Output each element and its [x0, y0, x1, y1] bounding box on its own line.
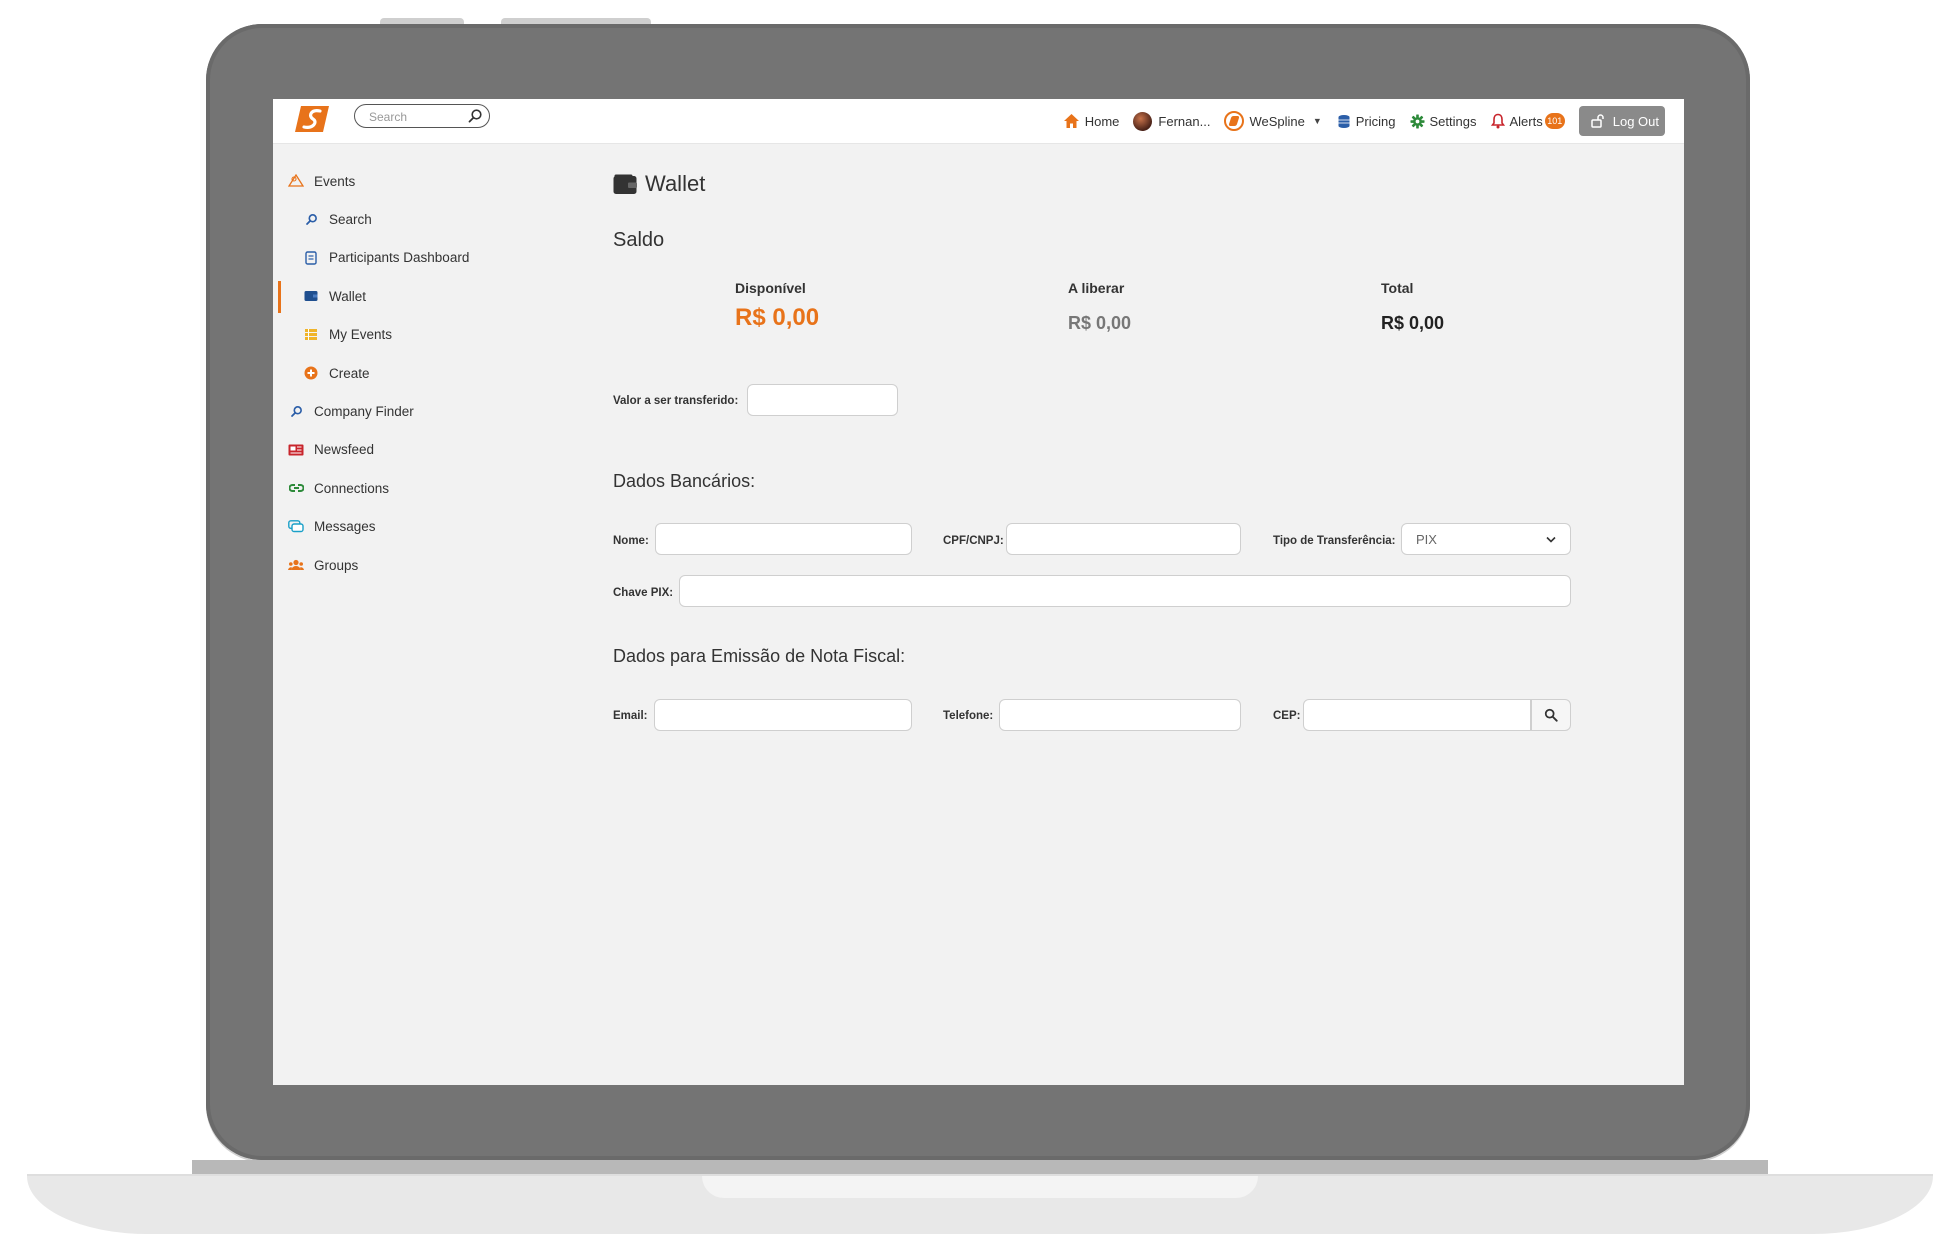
nome-label: Nome: [613, 535, 649, 547]
sidebar-item-label: Events [314, 173, 356, 189]
caret-down-icon[interactable]: ▼ [1313, 116, 1322, 126]
sidebar-item-company-finder[interactable]: Company Finder [273, 392, 533, 430]
page-title-text: Wallet [645, 171, 706, 196]
cep-input[interactable] [1303, 699, 1531, 731]
telefone-label: Telefone: [943, 710, 994, 722]
newspaper-icon [288, 442, 304, 458]
tipo-transferencia-value: PIX [1416, 531, 1437, 547]
coins-icon [1338, 114, 1350, 128]
sidebar-item-label: Wallet [329, 288, 367, 304]
saldo-heading: Saldo [613, 229, 665, 251]
link-icon [288, 480, 304, 496]
wallet-icon [303, 288, 319, 304]
total-label: Total [1381, 280, 1414, 296]
nav-pricing[interactable]: Pricing [1336, 114, 1396, 129]
cpf-label: CPF/CNPJ: [943, 535, 1004, 547]
nota-heading: Dados para Emissão de Nota Fiscal: [613, 646, 906, 666]
sidebar-item-connections[interactable]: Connections [273, 469, 533, 507]
chave-pix-label: Chave PIX: [613, 587, 674, 599]
sidebar-item-messages[interactable]: Messages [273, 508, 533, 546]
avatar [1133, 111, 1153, 131]
page-title: Wallet [613, 171, 705, 197]
logout-label: Log Out [1612, 113, 1659, 129]
tipo-transferencia-select[interactable]: PIX [1401, 523, 1571, 555]
sidebar-item-label: Messages [314, 519, 376, 535]
tipo-transferencia-label: Tipo de Transferência: [1273, 535, 1396, 547]
logout-button[interactable]: Log Out [1578, 106, 1665, 136]
sidebar-item-label: Participants Dashboard [329, 250, 470, 266]
nome-input[interactable] [655, 523, 912, 555]
wallet-icon [613, 174, 637, 194]
sidebar-item-label: Groups [314, 557, 359, 573]
cep-label: CEP: [1273, 710, 1301, 722]
gear-icon [1409, 113, 1425, 129]
bell-icon [1490, 113, 1505, 129]
sidebar-item-label: Search [329, 212, 372, 228]
sidebar-item-participants-dashboard[interactable]: Participants Dashboard [273, 239, 533, 277]
app-screen: Home Fernan... WeSpline ▼ Pricing [273, 99, 1684, 1085]
sidebar-item-events[interactable]: Events [273, 162, 533, 200]
events-icon [288, 173, 304, 189]
search-input[interactable] [367, 107, 466, 127]
sidebar-item-create[interactable]: Create [273, 354, 533, 392]
search-icon [303, 212, 319, 228]
disponivel-value: R$ 0,00 [735, 304, 820, 331]
nav-settings[interactable]: Settings [1409, 113, 1477, 129]
sidebar-item-label: Company Finder [314, 404, 414, 420]
nav-home[interactable]: Home [1063, 113, 1120, 129]
app-logo-icon[interactable] [293, 104, 331, 134]
alerts-count-badge: 101 [1544, 113, 1565, 129]
document-icon [303, 250, 319, 266]
chave-pix-input[interactable] [679, 575, 1571, 607]
laptop-hinge [192, 1160, 1768, 1174]
sidebar-item-label: Create [329, 365, 370, 381]
plus-circle-icon [303, 365, 319, 381]
cpf-input[interactable] [1006, 523, 1241, 555]
search-icon [1544, 708, 1558, 722]
nav-user-label: Fernan... [1158, 113, 1211, 129]
sidebar-item-newsfeed[interactable]: Newsfeed [273, 431, 533, 469]
sidebar-item-label: My Events [329, 327, 393, 343]
transfer-amount-input[interactable] [747, 384, 898, 416]
sidebar-item-my-events[interactable]: My Events [273, 316, 533, 354]
chat-icon [288, 519, 304, 535]
top-nav: Home Fernan... WeSpline ▼ Pricing Settin… [1063, 99, 1684, 143]
sidebar-item-wallet[interactable]: Wallet [273, 277, 533, 315]
sidebar-item-label: Newsfeed [314, 442, 375, 458]
nav-user[interactable]: Fernan... [1133, 111, 1211, 131]
search-icon [288, 404, 304, 420]
sidebar-item-label: Connections [314, 480, 390, 496]
users-icon [288, 557, 304, 573]
a-liberar-value: R$ 0,00 [1068, 313, 1132, 333]
nav-company-label: WeSpline [1249, 113, 1305, 129]
email-input[interactable] [654, 699, 912, 731]
global-search[interactable] [354, 104, 490, 128]
total-value: R$ 0,00 [1381, 313, 1445, 333]
nav-alerts-label: Alerts [1509, 113, 1543, 129]
email-label: Email: [613, 710, 648, 722]
telefone-input[interactable] [999, 699, 1241, 731]
home-icon [1063, 114, 1079, 128]
laptop-notch [702, 1176, 1258, 1198]
sidebar: Events Search Participants Dashboard Wal… [273, 143, 533, 584]
nav-company[interactable]: WeSpline ▼ [1224, 111, 1322, 131]
transfer-amount-label: Valor a ser transferido: [613, 395, 739, 407]
nav-settings-label: Settings [1429, 113, 1477, 129]
top-bar: Home Fernan... WeSpline ▼ Pricing [273, 99, 1684, 144]
company-logo-icon [1224, 111, 1245, 131]
cep-search-button[interactable] [1531, 699, 1571, 731]
unlock-icon [1590, 114, 1604, 128]
sidebar-item-groups[interactable]: Groups [273, 546, 533, 584]
list-icon [303, 327, 319, 343]
disponivel-label: Disponível [735, 280, 806, 296]
nav-pricing-label: Pricing [1355, 113, 1396, 129]
sidebar-item-search[interactable]: Search [273, 200, 533, 238]
chevron-down-icon [1546, 536, 1556, 543]
bank-heading: Dados Bancários: [613, 471, 756, 491]
search-icon[interactable] [467, 108, 483, 124]
a-liberar-label: A liberar [1068, 280, 1125, 296]
nav-home-label: Home [1084, 113, 1120, 129]
nav-alerts[interactable]: Alerts 101 [1490, 113, 1565, 129]
